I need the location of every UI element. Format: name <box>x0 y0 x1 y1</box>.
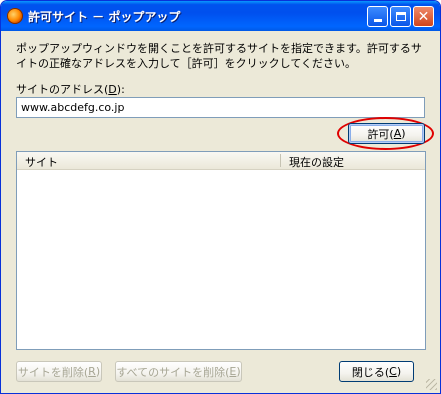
resize-grip-icon[interactable] <box>426 379 437 390</box>
allow-button-label-end: ) <box>401 127 406 140</box>
remove-all-accel: E <box>229 365 237 378</box>
remove-all-sites-button[interactable]: すべてのサイトを削除(E) <box>115 361 242 382</box>
maximize-button[interactable] <box>390 6 411 27</box>
close-window-button[interactable]: ✕ <box>413 6 434 27</box>
address-label: サイトのアドレス(D): <box>16 81 125 97</box>
minimize-button[interactable] <box>367 6 388 27</box>
description-text: ポップアップウィンドウを開くことを許可するサイトを指定できます。許可するサイトの… <box>16 42 422 70</box>
site-list[interactable]: サイト 現在の設定 <box>16 151 426 350</box>
remove-site-accel: R <box>88 365 96 378</box>
address-label-accel: D <box>108 83 117 96</box>
title-bar[interactable]: 許可サイト － ポップアップ ✕ <box>1 1 440 31</box>
remove-all-label-end: ) <box>236 365 241 378</box>
allow-button-label: 許可( <box>367 127 394 141</box>
remove-site-label: サイトを削除( <box>17 365 89 379</box>
site-address-input[interactable] <box>16 97 425 118</box>
address-label-text: サイトのアドレス( <box>16 83 109 96</box>
close-label-end: ) <box>396 365 402 378</box>
close-label: 閉じる( <box>351 365 390 379</box>
column-header-status[interactable]: 現在の設定 <box>289 154 344 170</box>
column-header-site[interactable]: サイト <box>25 154 58 170</box>
address-label-end: ): <box>116 83 125 96</box>
list-header: サイト 現在の設定 <box>17 152 425 170</box>
remove-site-button[interactable]: サイトを削除(R) <box>16 361 102 382</box>
remove-site-label-end: ) <box>95 365 101 378</box>
minimize-icon <box>373 19 382 22</box>
close-icon: ✕ <box>417 8 430 25</box>
column-divider[interactable] <box>280 154 281 167</box>
dialog-window: 許可サイト － ポップアップ ✕ ポップアップウィンドウを開くことを許可するサイ… <box>0 0 441 394</box>
allow-button-accel: A <box>393 127 402 140</box>
allow-button[interactable]: 許可(A) <box>348 123 425 144</box>
remove-all-label: すべてのサイトを削除( <box>116 365 230 379</box>
maximize-icon <box>395 12 406 21</box>
close-accel: C <box>389 365 397 378</box>
close-button[interactable]: 閉じる(C) <box>339 361 414 382</box>
window-title: 許可サイト － ポップアップ <box>28 10 181 24</box>
firefox-icon <box>7 8 23 24</box>
